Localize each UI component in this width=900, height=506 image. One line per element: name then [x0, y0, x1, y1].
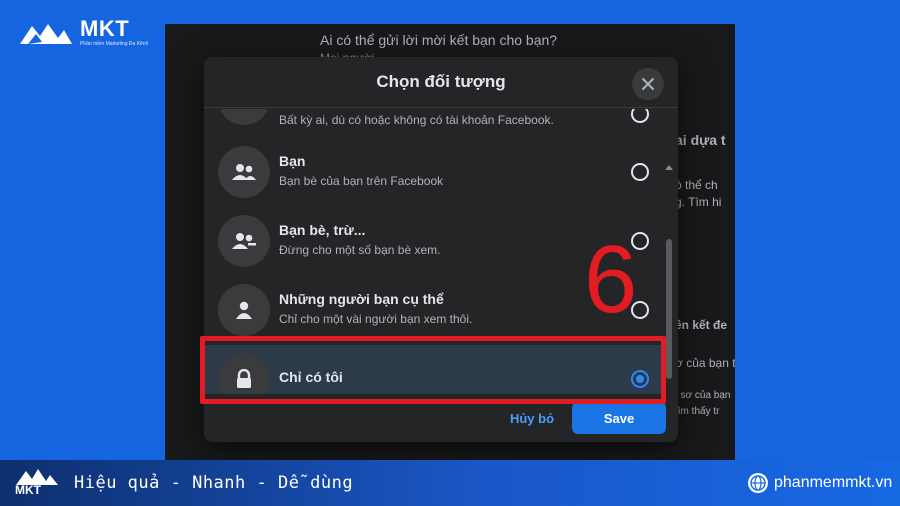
friends-except-icon: [218, 215, 270, 267]
modal-title: Chọn đối tượng: [376, 72, 506, 91]
option-radio[interactable]: [631, 109, 649, 123]
background-side-text: ai dựa t: [675, 132, 726, 148]
cancel-button[interactable]: Hủy bỏ: [500, 404, 564, 432]
background-side-text: ơ của bạn t: [675, 356, 735, 370]
highlight-box: [200, 336, 666, 404]
website-link[interactable]: phanmemmkt.vn: [748, 473, 892, 493]
option-radio[interactable]: [631, 163, 649, 181]
save-button[interactable]: Save: [572, 402, 666, 434]
option-friends[interactable]: Bạn Bạn bè của bạn trên Facebook: [204, 138, 664, 206]
step-number-annotation: 6: [584, 226, 638, 333]
brand-logo: MKT Phần mềm Marketing Đa Kênh: [18, 18, 148, 48]
person-icon: [218, 284, 270, 336]
option-label: Những người bạn cụ thể: [279, 291, 444, 307]
scrollbar-thumb[interactable]: [666, 239, 672, 379]
brand-tagline: Phần mềm Marketing Đa Kênh: [80, 41, 149, 47]
option-public[interactable]: Bất kỳ ai, dù có hoặc không có tài khoản…: [204, 109, 664, 133]
brand-name: MKT: [80, 16, 130, 41]
modal-header: Chọn đối tượng: [204, 57, 678, 108]
option-desc: Bạn bè của bạn trên Facebook: [279, 174, 444, 188]
globe-icon: [218, 109, 270, 125]
option-desc: Chỉ cho một vài người bạn xem thôi.: [279, 312, 473, 326]
background-side-text: ì sơ của bạn: [675, 390, 731, 401]
background-question: Ai có thể gửi lời mời kết bạn cho bạn?: [320, 32, 558, 48]
friends-icon: [218, 146, 270, 198]
background-side-text: ên kết đe: [675, 318, 728, 332]
close-button[interactable]: [632, 68, 664, 100]
option-label: Bạn: [279, 153, 306, 169]
option-label: Bạn bè, trừ...: [279, 222, 366, 238]
close-icon: [642, 78, 654, 90]
option-desc: Bất kỳ ai, dù có hoặc không có tài khoản…: [279, 113, 554, 127]
banner-brand-name: MKT: [15, 483, 41, 497]
website-text: phanmemmkt.vn: [774, 474, 893, 491]
globe-icon: [748, 473, 768, 493]
background-side-text: tìm thấy tr: [675, 406, 720, 417]
background-side-text: ó thể ch: [675, 178, 718, 192]
mkt-logo-icon: [18, 18, 74, 48]
bottom-banner: MKT Hiệu quả - Nhanh - Dễ dùng phanmemmk…: [0, 460, 900, 506]
scroll-up-arrow-icon[interactable]: [665, 165, 673, 170]
banner-slogan: Hiệu quả - Nhanh - Dễ dùng: [74, 473, 354, 493]
option-desc: Đừng cho một số bạn bè xem.: [279, 243, 441, 257]
background-side-text: g. Tìm hi: [675, 195, 722, 209]
